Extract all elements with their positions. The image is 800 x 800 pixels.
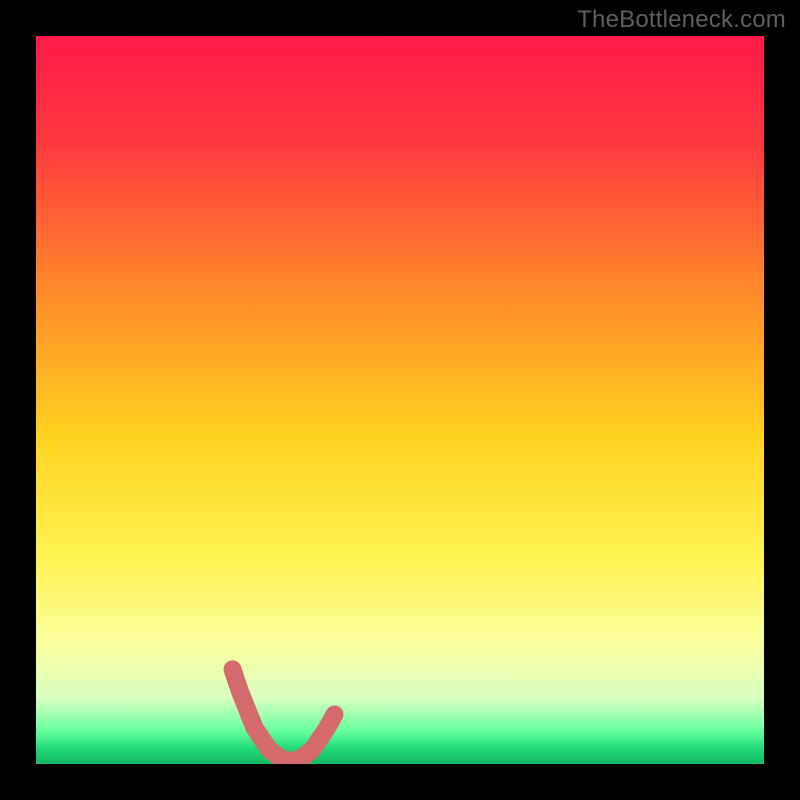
gradient-bg: [36, 36, 764, 764]
chart-svg: [36, 36, 764, 764]
plot-area: [36, 36, 764, 764]
watermark-text: TheBottleneck.com: [577, 6, 786, 34]
chart-frame: TheBottleneck.com: [0, 0, 800, 800]
